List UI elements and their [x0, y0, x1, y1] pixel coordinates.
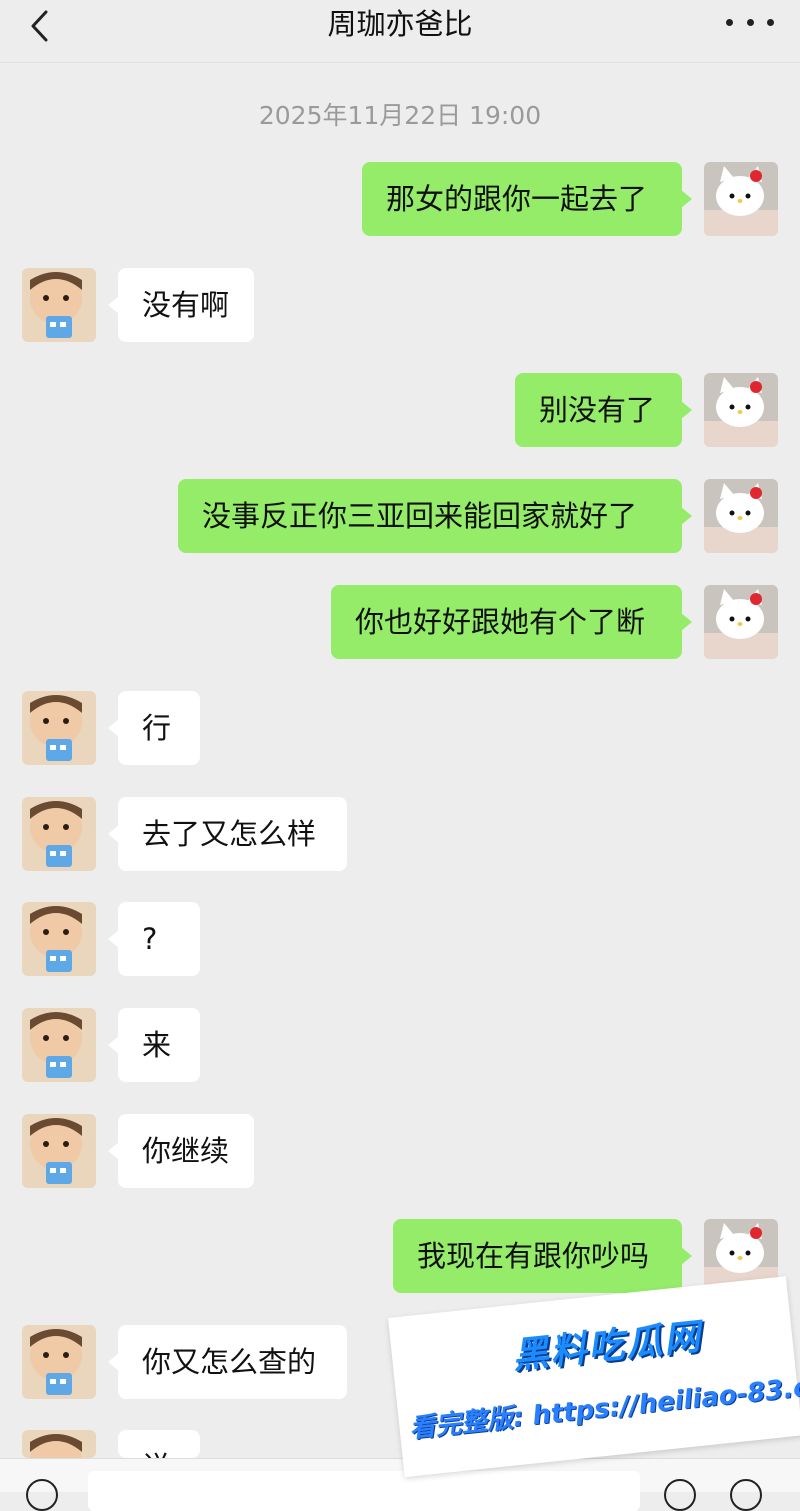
- hello-kitty-avatar-icon: [704, 373, 778, 447]
- contact-avatar[interactable]: [22, 1325, 96, 1399]
- message-bubble-incoming[interactable]: 你继续: [108, 1114, 254, 1188]
- contact-avatar[interactable]: [22, 797, 96, 871]
- hello-kitty-avatar-icon: [704, 479, 778, 553]
- watermark-url: 看完整版: https://heiliao-83.com: [408, 1367, 800, 1445]
- plus-icon[interactable]: [730, 1479, 762, 1511]
- message-timestamp: 2025年11月22日 19:00: [258, 101, 542, 130]
- message-bubble-outgoing[interactable]: 我现在有跟你吵吗: [393, 1219, 692, 1293]
- message-bubble-incoming[interactable]: 说: [118, 1430, 200, 1458]
- message-input[interactable]: [88, 1471, 640, 1511]
- message-bubble-incoming[interactable]: 去了又怎么样: [108, 797, 347, 871]
- input-bar: [0, 1458, 800, 1511]
- hello-kitty-avatar-icon: [704, 162, 778, 236]
- message-bubble-incoming[interactable]: 行: [108, 691, 200, 765]
- message-bubble-outgoing[interactable]: 没事反正你三亚回来能回家就好了: [178, 479, 692, 553]
- message-bubble-incoming[interactable]: 来: [108, 1008, 200, 1082]
- emoji-icon[interactable]: [664, 1479, 696, 1511]
- more-dots-icon: [726, 18, 733, 26]
- my-avatar[interactable]: [704, 162, 778, 236]
- baby-avatar-icon: [22, 1325, 96, 1399]
- contact-avatar[interactable]: [22, 691, 96, 765]
- contact-avatar[interactable]: [22, 1008, 96, 1082]
- watermark-brand: 黑料吃瓜网: [510, 1316, 704, 1378]
- baby-avatar-icon: [22, 1008, 96, 1082]
- my-avatar[interactable]: [704, 373, 778, 447]
- baby-avatar-icon: [22, 1430, 96, 1458]
- baby-avatar-icon: [22, 691, 96, 765]
- message-bubble-incoming[interactable]: 你又怎么查的: [108, 1325, 347, 1399]
- message-bubble-outgoing[interactable]: 别没有了: [515, 373, 692, 447]
- message-bubble-outgoing[interactable]: 你也好好跟她有个了断: [331, 585, 692, 659]
- baby-avatar-icon: [22, 268, 96, 342]
- chat-title: 周珈亦爸比: [327, 7, 473, 41]
- baby-avatar-icon: [22, 902, 96, 976]
- baby-avatar-icon: [22, 1114, 96, 1188]
- voice-icon[interactable]: [26, 1479, 58, 1511]
- contact-avatar[interactable]: [22, 268, 96, 342]
- contact-avatar[interactable]: [22, 902, 96, 976]
- hello-kitty-avatar-icon: [704, 585, 778, 659]
- message-bubble-outgoing[interactable]: 那女的跟你一起去了: [362, 162, 692, 236]
- contact-avatar[interactable]: [22, 1114, 96, 1188]
- watermark-banner: 黑料吃瓜网 看完整版: https://heiliao-83.com: [388, 1276, 800, 1478]
- baby-avatar-icon: [22, 797, 96, 871]
- message-bubble-incoming[interactable]: ?: [108, 902, 200, 976]
- more-button[interactable]: [726, 8, 774, 36]
- chat-header: 周珈亦爸比: [0, 0, 800, 63]
- my-avatar[interactable]: [704, 585, 778, 659]
- message-bubble-incoming[interactable]: 没有啊: [108, 268, 254, 342]
- contact-avatar[interactable]: [22, 1430, 96, 1458]
- my-avatar[interactable]: [704, 479, 778, 553]
